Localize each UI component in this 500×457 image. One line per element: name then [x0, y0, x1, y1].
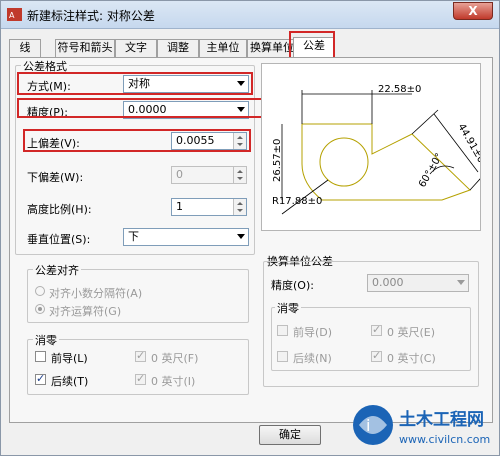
align-operator-radio[interactable]	[35, 304, 45, 314]
tab-primary-units[interactable]: 主单位	[199, 39, 247, 57]
tab-tolerances[interactable]: 公差	[293, 37, 335, 59]
preview-dim-top: 22.58±0	[378, 84, 421, 95]
close-button[interactable]: X	[453, 2, 493, 20]
scale-height-spinner[interactable]	[233, 199, 246, 215]
tolerance-alignment-title: 公差对齐	[33, 262, 81, 278]
vertical-position-select[interactable]: 下	[123, 228, 249, 246]
alt-feet-label: 0 英尺(E)	[387, 326, 436, 339]
lower-value-spinner[interactable]	[233, 167, 246, 183]
feet-label: 0 英尺(F)	[151, 352, 199, 365]
alt-inches-checkbox[interactable]: ✓	[371, 349, 382, 362]
inches-label: 0 英寸(I)	[151, 375, 196, 388]
chevron-down-icon	[237, 234, 245, 239]
tolerance-format-title: 公差格式	[21, 58, 69, 74]
upper-value-text: 0.0055	[176, 134, 215, 147]
scale-height-text: 1	[176, 200, 183, 213]
alt-feet-checkbox[interactable]: ✓	[371, 323, 382, 336]
window-title: 新建标注样式: 对称公差	[27, 9, 155, 23]
trailing-label: 后续(T)	[51, 375, 89, 388]
inches-checkbox[interactable]: ✓	[135, 372, 146, 385]
dialog-window: A 新建标注样式: 对称公差 X 线 符号和箭头 文字 调整 主单位 换算单位 …	[0, 0, 500, 456]
ok-button[interactable]: 确定	[259, 425, 321, 445]
precision-label: 精度(P):	[27, 106, 68, 119]
chevron-down-icon	[237, 107, 245, 112]
tab-fit[interactable]: 调整	[157, 39, 199, 57]
alt-leading-label: 前导(D)	[293, 326, 333, 339]
watermark-name: 土木工程网	[399, 410, 484, 430]
watermark-url: www.civilcn.com	[399, 433, 491, 446]
dimension-preview-drawing: 22.58±0 26.57±0 44.91±0 60°±0° R17.88±0	[272, 84, 491, 215]
svg-text:A: A	[9, 11, 15, 20]
leading-checkbox[interactable]	[35, 351, 46, 362]
feet-checkbox[interactable]: ✓	[135, 349, 146, 362]
preview-dim-angle: 60°±0°	[417, 152, 445, 190]
preview-dim-left: 26.57±0	[272, 139, 283, 182]
alt-zero-suppression-title: 消零	[275, 300, 301, 316]
preview-pane: 22.58±0 26.57±0 44.91±0 60°±0° R17.88±0	[261, 63, 491, 231]
alt-precision-select[interactable]: 0.000	[367, 274, 469, 292]
alt-trailing-label: 后续(N)	[293, 352, 332, 365]
align-operator-label: 对齐运算符(G)	[49, 305, 122, 318]
civilcn-logo-icon: i	[353, 405, 393, 445]
precision-select-value: 0.0000	[128, 103, 167, 116]
site-watermark: i 土木工程网 www.civilcn.com	[351, 403, 500, 457]
upper-value-label: 上偏差(V):	[27, 137, 80, 150]
vertical-position-value: 下	[128, 230, 139, 243]
method-select-value: 对称	[128, 77, 150, 90]
precision-select[interactable]: 0.0000	[123, 101, 249, 119]
align-decimal-radio[interactable]	[35, 286, 45, 296]
upper-value-spinner[interactable]	[233, 133, 246, 149]
svg-text:i: i	[366, 416, 370, 435]
alt-trailing-checkbox[interactable]	[277, 351, 288, 362]
lower-value-input[interactable]: 0	[171, 166, 247, 184]
leading-label: 前导(L)	[51, 352, 88, 365]
preview-dim-radius: R17.88±0	[272, 196, 322, 207]
upper-value-input[interactable]: 0.0055	[171, 132, 247, 150]
chevron-down-icon	[457, 280, 465, 285]
tab-alternate-units[interactable]: 换算单位	[247, 39, 297, 57]
alt-precision-label: 精度(O):	[271, 279, 314, 292]
lower-value-label: 下偏差(W):	[27, 171, 84, 184]
scale-height-label: 高度比例(H):	[27, 203, 92, 216]
chevron-down-icon	[237, 81, 245, 86]
lower-value-text: 0	[176, 168, 183, 181]
vertical-position-label: 垂直位置(S):	[27, 233, 91, 246]
trailing-checkbox[interactable]: ✓	[35, 372, 46, 385]
method-label: 方式(M):	[27, 80, 71, 93]
zero-suppression-title: 消零	[33, 332, 59, 348]
tab-text[interactable]: 文字	[115, 39, 157, 57]
scale-height-input[interactable]: 1	[171, 198, 247, 216]
alt-precision-value: 0.000	[372, 276, 404, 289]
alt-leading-checkbox[interactable]	[277, 325, 288, 336]
tab-lines[interactable]: 线	[9, 39, 41, 57]
title-bar[interactable]: A 新建标注样式: 对称公差 X	[1, 1, 499, 29]
autocad-app-icon: A	[7, 8, 22, 21]
alt-inches-label: 0 英寸(C)	[387, 352, 436, 365]
tab-symbols-arrows[interactable]: 符号和箭头	[55, 39, 115, 57]
align-decimal-label: 对齐小数分隔符(A)	[49, 287, 143, 300]
method-select[interactable]: 对称	[123, 75, 249, 93]
